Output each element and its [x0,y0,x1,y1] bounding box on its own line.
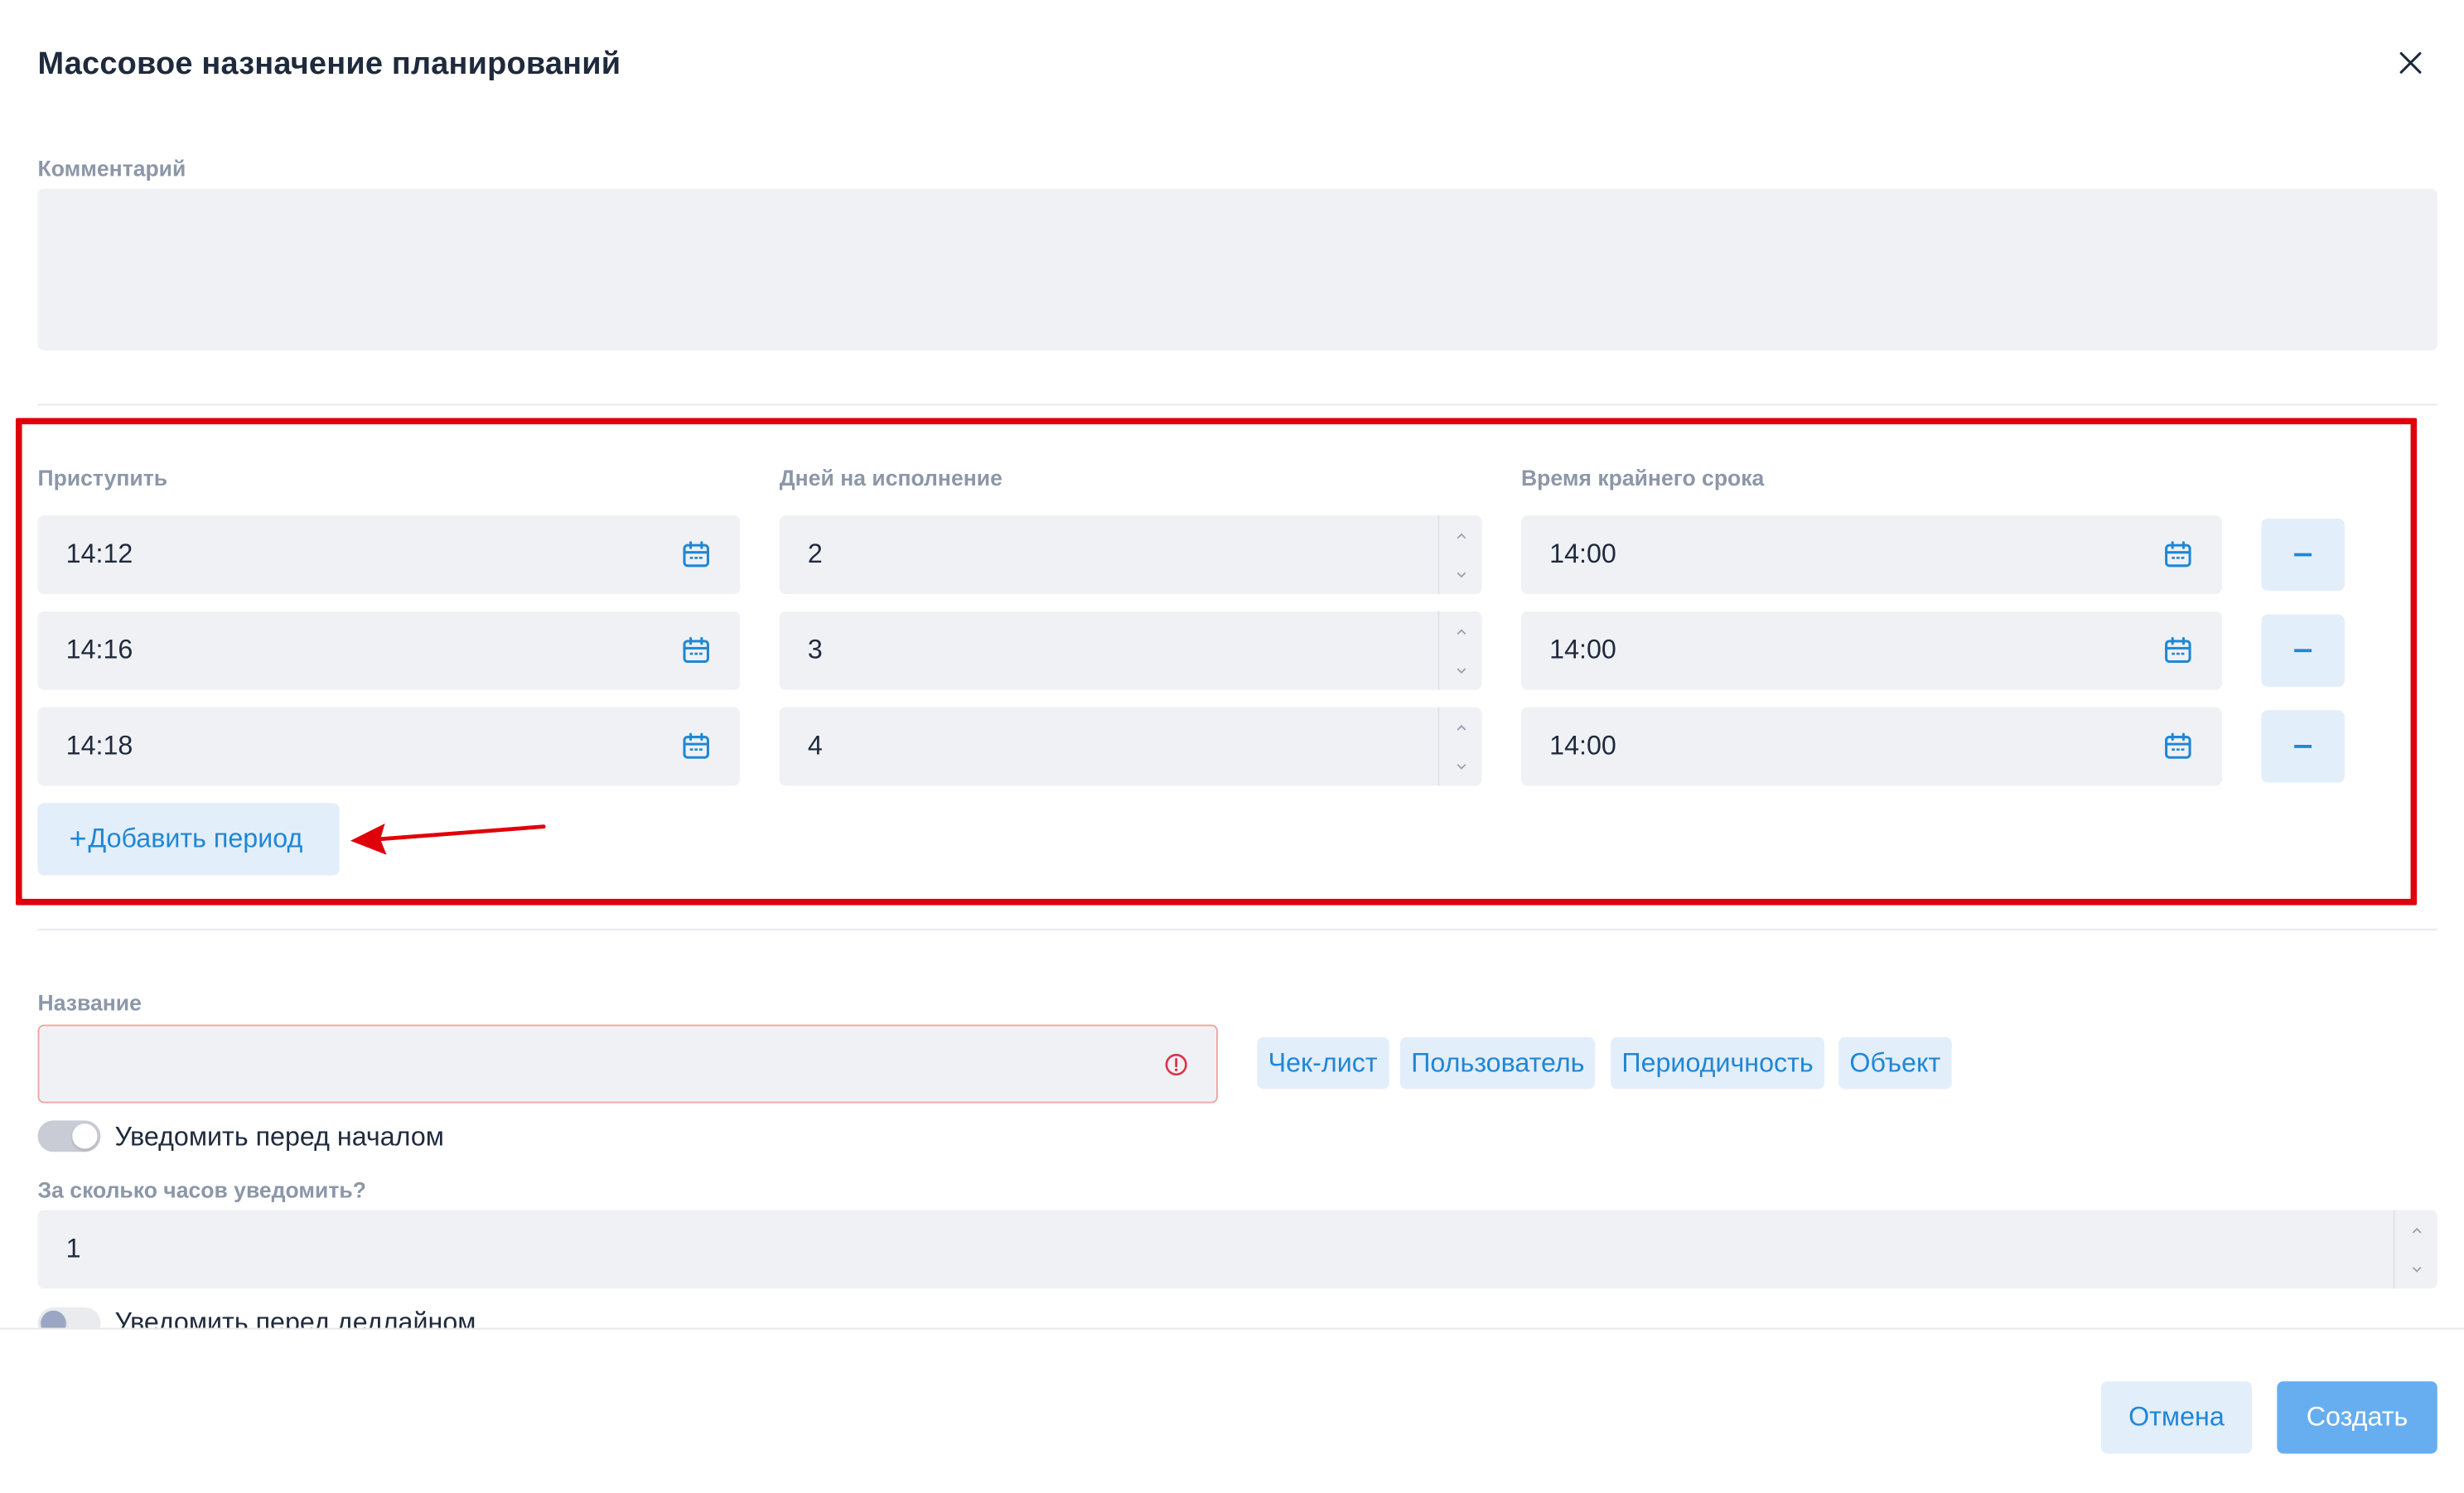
start-time-field[interactable]: 14:12 [37,515,741,594]
stepper-down-icon[interactable] [1439,650,1481,689]
days-value: 4 [807,730,823,761]
remove-period-button[interactable] [2261,710,2345,783]
minus-icon [2294,745,2312,748]
calendar-icon[interactable] [2164,540,2192,568]
days-field[interactable]: 3 [779,611,1482,690]
deadline-time-field[interactable]: 14:00 [1521,707,2222,786]
days-value: 2 [807,539,823,569]
footer-divider [0,1327,2464,1330]
days-field[interactable]: 2 [779,515,1482,594]
minus-icon [2294,553,2312,557]
stepper-up-icon[interactable] [1439,708,1481,746]
remove-period-button[interactable] [2261,518,2345,592]
calendar-icon[interactable] [2164,732,2192,761]
comment-label: Комментарий [37,155,186,181]
tag-periodicity-button[interactable]: Периодичность [1611,1036,1825,1090]
cancel-button[interactable]: Отмена [2100,1381,2252,1454]
calendar-icon[interactable] [682,732,710,761]
number-stepper[interactable] [1437,515,1481,594]
notify-before-start-toggle[interactable] [37,1120,101,1152]
divider [37,928,2437,930]
start-time-value: 14:12 [65,539,133,569]
column-label-deadline: Время крайнего срока [1521,465,1765,490]
tag-user-button[interactable]: Пользователь [1399,1036,1596,1090]
notify-hours-input[interactable]: 1 [37,1210,2437,1289]
dialog-title: Массовое назначение планирований [37,46,621,82]
start-time-value: 14:16 [65,635,133,665]
create-button[interactable]: Создать [2277,1381,2437,1454]
warning-circle-icon [1165,1053,1187,1076]
days-value: 3 [807,635,823,665]
deadline-time-value: 14:00 [1549,539,1616,569]
notify-before-deadline-toggle[interactable] [37,1307,101,1328]
notify-before-deadline-label: Уведомить перед дедлайном [114,1307,476,1328]
scroll-clip-region: Уведомить перед дедлайном [0,1297,2464,1328]
start-time-field[interactable]: 14:16 [37,611,741,690]
calendar-icon[interactable] [2164,636,2192,664]
number-stepper[interactable] [2393,1210,2437,1289]
name-label: Название [37,989,142,1016]
annotation-arrow-icon [350,823,546,855]
stepper-down-icon[interactable] [1439,555,1481,594]
deadline-time-value: 14:00 [1549,730,1616,761]
notify-hours-label: За сколько часов уведомить? [37,1177,366,1202]
minus-icon [2294,649,2312,653]
stepper-up-icon[interactable] [1439,611,1481,650]
stepper-up-icon[interactable] [1439,515,1481,554]
deadline-time-field[interactable]: 14:00 [1521,515,2222,594]
remove-period-button[interactable] [2261,614,2345,687]
number-stepper[interactable] [1437,611,1481,690]
stepper-down-icon[interactable] [2395,1249,2437,1288]
column-label-days: Дней на исполнение [779,465,1003,490]
tag-object-button[interactable]: Объект [1838,1036,1952,1090]
notify-before-start-label: Уведомить перед началом [114,1122,444,1152]
deadline-time-field[interactable]: 14:00 [1521,611,2222,690]
tag-checklist-button[interactable]: Чек-лист [1257,1036,1389,1090]
stepper-up-icon[interactable] [2395,1210,2437,1249]
calendar-icon[interactable] [682,540,710,568]
plus-icon: + [69,822,87,856]
column-label-start: Приступить [37,465,168,490]
divider [37,403,2437,406]
mass-planning-dialog: Массовое назначение планирований Коммент… [0,0,2464,1493]
stepper-down-icon[interactable] [1439,746,1481,785]
deadline-time-value: 14:00 [1549,635,1616,665]
add-period-button[interactable]: + Добавить период [37,803,340,876]
days-field[interactable]: 4 [779,707,1482,786]
number-stepper[interactable] [1437,707,1481,786]
toggle-knob [72,1123,98,1149]
calendar-icon[interactable] [682,636,710,664]
toggle-knob [41,1310,66,1328]
notify-hours-value: 1 [65,1233,81,1263]
add-period-label: Добавить период [88,823,303,853]
start-time-value: 14:18 [65,730,133,761]
close-icon[interactable] [2392,44,2430,82]
comment-textarea[interactable] [37,188,2437,350]
name-input[interactable] [37,1024,1218,1104]
start-time-field[interactable]: 14:18 [37,707,741,786]
